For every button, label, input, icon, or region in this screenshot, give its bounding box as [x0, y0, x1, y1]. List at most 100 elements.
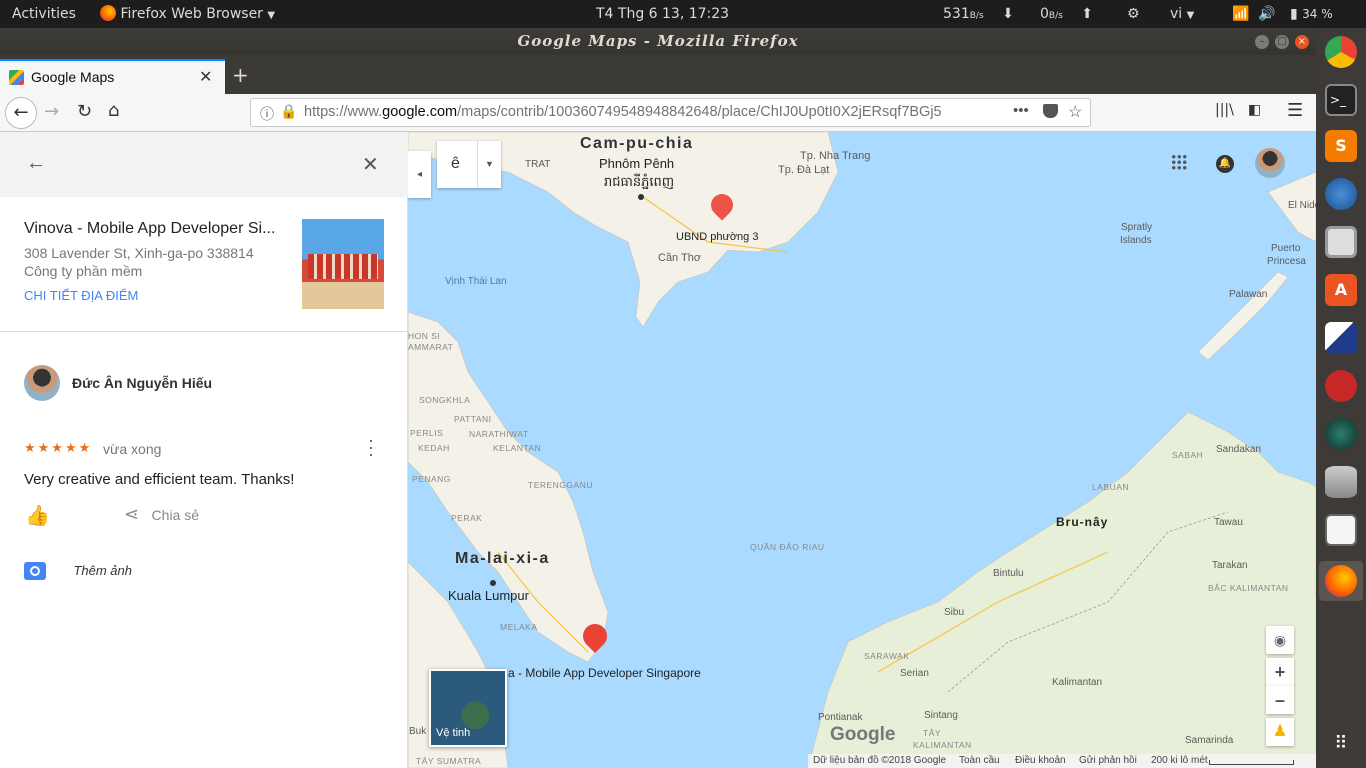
pocket-icon[interactable] [1043, 104, 1058, 118]
map-label-thaigulf: Vịnh Thái Lan [445, 276, 507, 287]
place-details-link[interactable]: CHI TIẾT ĐỊA ĐIỂM [24, 288, 138, 303]
share-button[interactable]: ⋖ Chia sẻ [124, 504, 199, 525]
map-label-chonsi: HON SI [408, 331, 441, 341]
terms-link[interactable]: Điều khoản [1015, 755, 1066, 766]
back-arrow-icon[interactable]: ← [26, 152, 46, 175]
map-label-sibu: Sibu [944, 607, 965, 618]
dropdown-arrow-icon[interactable]: ▼ [477, 141, 501, 188]
tab-google-maps[interactable]: Google Maps ✕ [0, 59, 225, 94]
share-icon: ⋖ [124, 504, 140, 524]
scale-label[interactable]: 200 ki lô mét [1151, 755, 1208, 766]
volume-icon[interactable]: 🔊 [1258, 0, 1275, 28]
more-options-icon[interactable]: · · · [368, 431, 374, 463]
indicator-icon[interactable]: ⚙ [1127, 0, 1140, 28]
net-down-speed: 531B/s ⬇ [943, 6, 1014, 22]
minimize-button[interactable]: – [1255, 35, 1269, 49]
zoom-out-button[interactable]: – [1266, 686, 1294, 714]
window-title-bar[interactable]: Google Maps - Mozilla Firefox – □ × [0, 28, 1316, 55]
url-text[interactable]: https://www.google.com/maps/contrib/1003… [304, 104, 1004, 120]
database-icon[interactable] [1325, 466, 1357, 498]
new-tab-button[interactable]: + [232, 63, 249, 87]
review-text: Very creative and efficient team. Thanks… [24, 471, 295, 488]
map-canvas[interactable]: Cam-pu-chia Phnôm Pênh រាជធានីភ្នំពេញ Tp… [408, 132, 1316, 768]
map-label-tawau: Tawau [1214, 517, 1243, 528]
map-label-samarinda: Samarinda [1185, 735, 1234, 746]
library-icon[interactable]: |||\ [1215, 102, 1234, 118]
page-actions-icon[interactable]: ••• [1013, 102, 1029, 119]
apps-grid-icon[interactable] [1171, 154, 1187, 170]
sublime-icon[interactable]: S [1325, 130, 1357, 162]
software-center-icon[interactable]: A [1325, 274, 1357, 306]
close-icon[interactable]: ✕ [362, 152, 379, 177]
feedback-link[interactable]: Gửi phản hồi [1079, 755, 1137, 766]
my-location-button[interactable]: ◉ [1266, 626, 1294, 654]
files-icon[interactable] [1325, 226, 1357, 258]
launcher-dock: >_ S A ⠿ [1316, 28, 1366, 768]
map-label-riau: QUẦN ĐẢO RIAU [750, 542, 825, 552]
map-label-kelantan: KELANTAN [493, 443, 542, 453]
home-button[interactable]: ⌂ [108, 100, 119, 121]
keyboard-layout[interactable]: vi ▼ [1170, 0, 1194, 28]
google-logo: Google [830, 724, 896, 745]
url-bar[interactable]: ⓘ 🔒 https://www.google.com/maps/contrib/… [250, 98, 1091, 127]
close-tab-icon[interactable]: ✕ [199, 67, 212, 86]
place-photo[interactable] [302, 219, 384, 309]
show-applications-icon[interactable]: ⠿ [1325, 728, 1357, 760]
reviewer-avatar[interactable] [24, 365, 60, 401]
thunderbird-icon[interactable] [1325, 178, 1357, 210]
map-footer: Dữ liệu bản đồ ©2018 Google Toàn cầu Điề… [808, 754, 1316, 768]
notifications-icon[interactable]: 🔔 [1216, 155, 1234, 173]
vpn-shield-icon[interactable] [1325, 322, 1357, 354]
collapse-panel-button[interactable]: ◂ [408, 151, 431, 198]
map-label-nhatrang: Tp. Nha Trang [800, 150, 871, 162]
firefox-dock-icon[interactable] [1325, 565, 1357, 597]
map-label-tay: TÂY [923, 728, 942, 738]
reload-button[interactable]: ↻ [77, 101, 92, 122]
google-maps-favicon [9, 70, 24, 85]
settings-icon[interactable] [1325, 370, 1357, 402]
map-label-perlis: PERLIS [410, 428, 444, 438]
chevron-down-icon: ▼ [267, 10, 276, 21]
battery-indicator[interactable]: ▮ 34 % [1290, 0, 1333, 28]
place-card[interactable]: Vinova - Mobile App Developer Si... 308 … [0, 197, 408, 332]
place-address: 308 Lavender St, Xinh-ga-po 338814 [24, 245, 254, 261]
lock-icon[interactable]: 🔒 [280, 103, 297, 120]
maximize-button[interactable]: □ [1275, 35, 1289, 49]
scale-bar [1209, 760, 1294, 765]
world-link[interactable]: Toàn cầu [959, 755, 1000, 766]
close-window-button[interactable]: × [1295, 35, 1309, 49]
search-input[interactable]: ê [451, 155, 460, 173]
chrome-icon[interactable] [1325, 36, 1357, 68]
pin-label-vinova: a - Mobile App Developer Singapore [508, 666, 701, 680]
add-photo-button[interactable]: Thêm ảnh [24, 562, 132, 580]
place-name[interactable]: Vinova - Mobile App Developer Si... [24, 220, 275, 238]
map-label-pattani: PATTANI [454, 414, 492, 424]
firefox-icon [100, 5, 116, 21]
terminal-icon[interactable]: >_ [1325, 84, 1357, 116]
activities-button[interactable]: Activities [12, 0, 76, 28]
place-panel: ← ✕ Vinova - Mobile App Developer Si... … [0, 132, 408, 768]
zoom-in-button[interactable]: + [1266, 658, 1294, 686]
back-button[interactable]: ← [5, 97, 37, 129]
arrow-down-icon: ⬇ [1002, 6, 1014, 22]
text-editor-icon[interactable] [1325, 514, 1357, 546]
forward-button[interactable]: → [44, 101, 59, 122]
thumbs-up-icon[interactable]: 👍 [25, 503, 50, 528]
net-up-speed: 0B/s ⬆ [1040, 6, 1094, 22]
pegman-icon[interactable]: ♟ [1266, 718, 1294, 746]
search-box[interactable]: ê ▼ [437, 141, 501, 188]
menu-icon[interactable]: ☰ [1287, 100, 1303, 121]
gitkraken-icon[interactable] [1325, 418, 1357, 450]
map-label-palawan: Palawan [1229, 289, 1268, 300]
map-label-kl: Kuala Lumpur [448, 588, 529, 603]
satellite-toggle[interactable]: Vệ tinh [429, 669, 507, 747]
info-icon[interactable]: ⓘ [260, 104, 274, 124]
bookmark-star-icon[interactable]: ☆ [1068, 102, 1082, 122]
wifi-icon[interactable]: 📶 [1232, 0, 1249, 28]
pin-label-ubnd: UBND phường 3 [676, 231, 759, 243]
sidebar-icon[interactable]: ◧ [1248, 102, 1261, 118]
account-avatar[interactable] [1255, 148, 1285, 178]
clock[interactable]: T4 Thg 6 13, 17:23 [596, 0, 729, 28]
app-menu[interactable]: Firefox Web Browser ▼ [100, 0, 275, 28]
reviewer-name[interactable]: Đức Ân Nguyễn Hiếu [72, 375, 212, 391]
